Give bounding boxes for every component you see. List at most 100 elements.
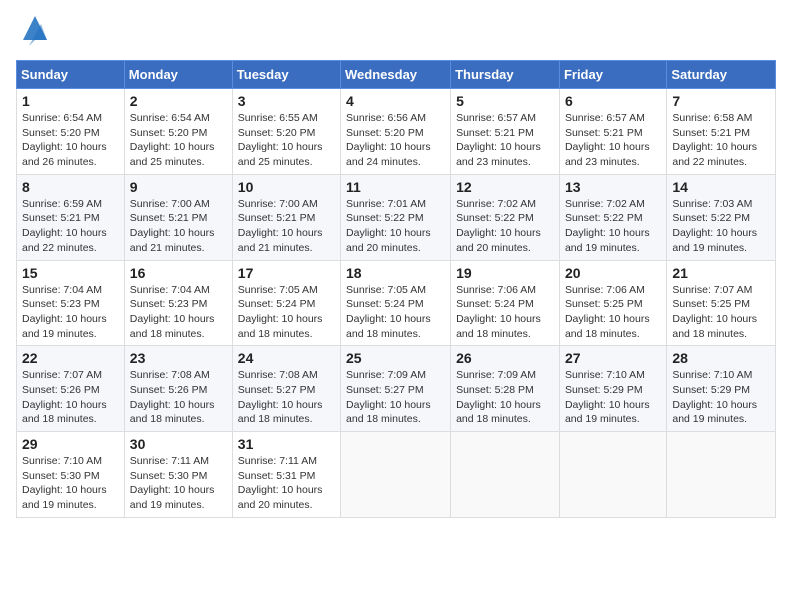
calendar-cell: 31 Sunrise: 7:11 AM Sunset: 5:31 PM Dayl… [232,432,340,518]
cell-content: Sunrise: 6:54 AM Sunset: 5:20 PM Dayligh… [22,111,119,170]
calendar-cell [667,432,776,518]
week-row-4: 22 Sunrise: 7:07 AM Sunset: 5:26 PM Dayl… [17,346,776,432]
calendar-cell: 8 Sunrise: 6:59 AM Sunset: 5:21 PM Dayli… [17,174,125,260]
day-number: 8 [22,179,119,195]
cell-content: Sunrise: 7:09 AM Sunset: 5:27 PM Dayligh… [346,368,445,427]
calendar-cell: 29 Sunrise: 7:10 AM Sunset: 5:30 PM Dayl… [17,432,125,518]
calendar-cell: 13 Sunrise: 7:02 AM Sunset: 5:22 PM Dayl… [559,174,666,260]
day-number: 7 [672,93,770,109]
weekday-header-tuesday: Tuesday [232,61,340,89]
day-number: 15 [22,265,119,281]
calendar-cell: 25 Sunrise: 7:09 AM Sunset: 5:27 PM Dayl… [341,346,451,432]
cell-content: Sunrise: 7:00 AM Sunset: 5:21 PM Dayligh… [238,197,335,256]
day-number: 12 [456,179,554,195]
calendar-cell: 20 Sunrise: 7:06 AM Sunset: 5:25 PM Dayl… [559,260,666,346]
cell-content: Sunrise: 6:55 AM Sunset: 5:20 PM Dayligh… [238,111,335,170]
calendar-cell [341,432,451,518]
day-number: 31 [238,436,335,452]
calendar-cell: 18 Sunrise: 7:05 AM Sunset: 5:24 PM Dayl… [341,260,451,346]
cell-content: Sunrise: 7:08 AM Sunset: 5:26 PM Dayligh… [130,368,227,427]
cell-content: Sunrise: 7:07 AM Sunset: 5:25 PM Dayligh… [672,283,770,342]
calendar-cell: 26 Sunrise: 7:09 AM Sunset: 5:28 PM Dayl… [451,346,560,432]
logo-icon [19,12,51,48]
weekday-header-wednesday: Wednesday [341,61,451,89]
day-number: 25 [346,350,445,366]
cell-content: Sunrise: 7:10 AM Sunset: 5:30 PM Dayligh… [22,454,119,513]
cell-content: Sunrise: 7:02 AM Sunset: 5:22 PM Dayligh… [456,197,554,256]
calendar-cell: 3 Sunrise: 6:55 AM Sunset: 5:20 PM Dayli… [232,89,340,175]
calendar-cell: 10 Sunrise: 7:00 AM Sunset: 5:21 PM Dayl… [232,174,340,260]
day-number: 23 [130,350,227,366]
cell-content: Sunrise: 6:56 AM Sunset: 5:20 PM Dayligh… [346,111,445,170]
calendar-cell: 9 Sunrise: 7:00 AM Sunset: 5:21 PM Dayli… [124,174,232,260]
calendar-cell: 1 Sunrise: 6:54 AM Sunset: 5:20 PM Dayli… [17,89,125,175]
cell-content: Sunrise: 7:10 AM Sunset: 5:29 PM Dayligh… [565,368,661,427]
calendar-cell: 17 Sunrise: 7:05 AM Sunset: 5:24 PM Dayl… [232,260,340,346]
cell-content: Sunrise: 6:54 AM Sunset: 5:20 PM Dayligh… [130,111,227,170]
calendar-cell: 5 Sunrise: 6:57 AM Sunset: 5:21 PM Dayli… [451,89,560,175]
day-number: 4 [346,93,445,109]
day-number: 1 [22,93,119,109]
day-number: 18 [346,265,445,281]
calendar-cell: 2 Sunrise: 6:54 AM Sunset: 5:20 PM Dayli… [124,89,232,175]
cell-content: Sunrise: 6:58 AM Sunset: 5:21 PM Dayligh… [672,111,770,170]
day-number: 5 [456,93,554,109]
day-number: 29 [22,436,119,452]
cell-content: Sunrise: 7:06 AM Sunset: 5:25 PM Dayligh… [565,283,661,342]
weekday-header-saturday: Saturday [667,61,776,89]
day-number: 24 [238,350,335,366]
day-number: 13 [565,179,661,195]
calendar-cell: 16 Sunrise: 7:04 AM Sunset: 5:23 PM Dayl… [124,260,232,346]
calendar-cell: 27 Sunrise: 7:10 AM Sunset: 5:29 PM Dayl… [559,346,666,432]
weekday-header-sunday: Sunday [17,61,125,89]
page-header [16,16,776,48]
cell-content: Sunrise: 7:05 AM Sunset: 5:24 PM Dayligh… [346,283,445,342]
day-number: 6 [565,93,661,109]
day-number: 21 [672,265,770,281]
cell-content: Sunrise: 7:06 AM Sunset: 5:24 PM Dayligh… [456,283,554,342]
calendar-cell: 12 Sunrise: 7:02 AM Sunset: 5:22 PM Dayl… [451,174,560,260]
cell-content: Sunrise: 7:00 AM Sunset: 5:21 PM Dayligh… [130,197,227,256]
week-row-3: 15 Sunrise: 7:04 AM Sunset: 5:23 PM Dayl… [17,260,776,346]
calendar-cell [451,432,560,518]
week-row-5: 29 Sunrise: 7:10 AM Sunset: 5:30 PM Dayl… [17,432,776,518]
weekday-header-friday: Friday [559,61,666,89]
calendar-table: SundayMondayTuesdayWednesdayThursdayFrid… [16,60,776,518]
calendar-cell: 30 Sunrise: 7:11 AM Sunset: 5:30 PM Dayl… [124,432,232,518]
calendar-cell: 23 Sunrise: 7:08 AM Sunset: 5:26 PM Dayl… [124,346,232,432]
cell-content: Sunrise: 7:01 AM Sunset: 5:22 PM Dayligh… [346,197,445,256]
calendar-cell: 11 Sunrise: 7:01 AM Sunset: 5:22 PM Dayl… [341,174,451,260]
cell-content: Sunrise: 7:09 AM Sunset: 5:28 PM Dayligh… [456,368,554,427]
calendar-cell: 19 Sunrise: 7:06 AM Sunset: 5:24 PM Dayl… [451,260,560,346]
cell-content: Sunrise: 7:02 AM Sunset: 5:22 PM Dayligh… [565,197,661,256]
calendar-cell: 24 Sunrise: 7:08 AM Sunset: 5:27 PM Dayl… [232,346,340,432]
day-number: 19 [456,265,554,281]
calendar-cell: 15 Sunrise: 7:04 AM Sunset: 5:23 PM Dayl… [17,260,125,346]
calendar-cell: 6 Sunrise: 6:57 AM Sunset: 5:21 PM Dayli… [559,89,666,175]
cell-content: Sunrise: 6:57 AM Sunset: 5:21 PM Dayligh… [565,111,661,170]
calendar-cell: 21 Sunrise: 7:07 AM Sunset: 5:25 PM Dayl… [667,260,776,346]
calendar-cell: 14 Sunrise: 7:03 AM Sunset: 5:22 PM Dayl… [667,174,776,260]
week-row-1: 1 Sunrise: 6:54 AM Sunset: 5:20 PM Dayli… [17,89,776,175]
day-number: 28 [672,350,770,366]
day-number: 2 [130,93,227,109]
week-row-2: 8 Sunrise: 6:59 AM Sunset: 5:21 PM Dayli… [17,174,776,260]
day-number: 16 [130,265,227,281]
cell-content: Sunrise: 7:03 AM Sunset: 5:22 PM Dayligh… [672,197,770,256]
cell-content: Sunrise: 7:07 AM Sunset: 5:26 PM Dayligh… [22,368,119,427]
cell-content: Sunrise: 7:04 AM Sunset: 5:23 PM Dayligh… [130,283,227,342]
day-number: 10 [238,179,335,195]
cell-content: Sunrise: 6:57 AM Sunset: 5:21 PM Dayligh… [456,111,554,170]
cell-content: Sunrise: 7:10 AM Sunset: 5:29 PM Dayligh… [672,368,770,427]
logo [16,16,51,48]
calendar-cell: 28 Sunrise: 7:10 AM Sunset: 5:29 PM Dayl… [667,346,776,432]
calendar-cell: 22 Sunrise: 7:07 AM Sunset: 5:26 PM Dayl… [17,346,125,432]
day-number: 17 [238,265,335,281]
calendar-cell [559,432,666,518]
weekday-header-monday: Monday [124,61,232,89]
day-number: 30 [130,436,227,452]
cell-content: Sunrise: 7:11 AM Sunset: 5:31 PM Dayligh… [238,454,335,513]
day-number: 26 [456,350,554,366]
weekday-header-thursday: Thursday [451,61,560,89]
cell-content: Sunrise: 6:59 AM Sunset: 5:21 PM Dayligh… [22,197,119,256]
